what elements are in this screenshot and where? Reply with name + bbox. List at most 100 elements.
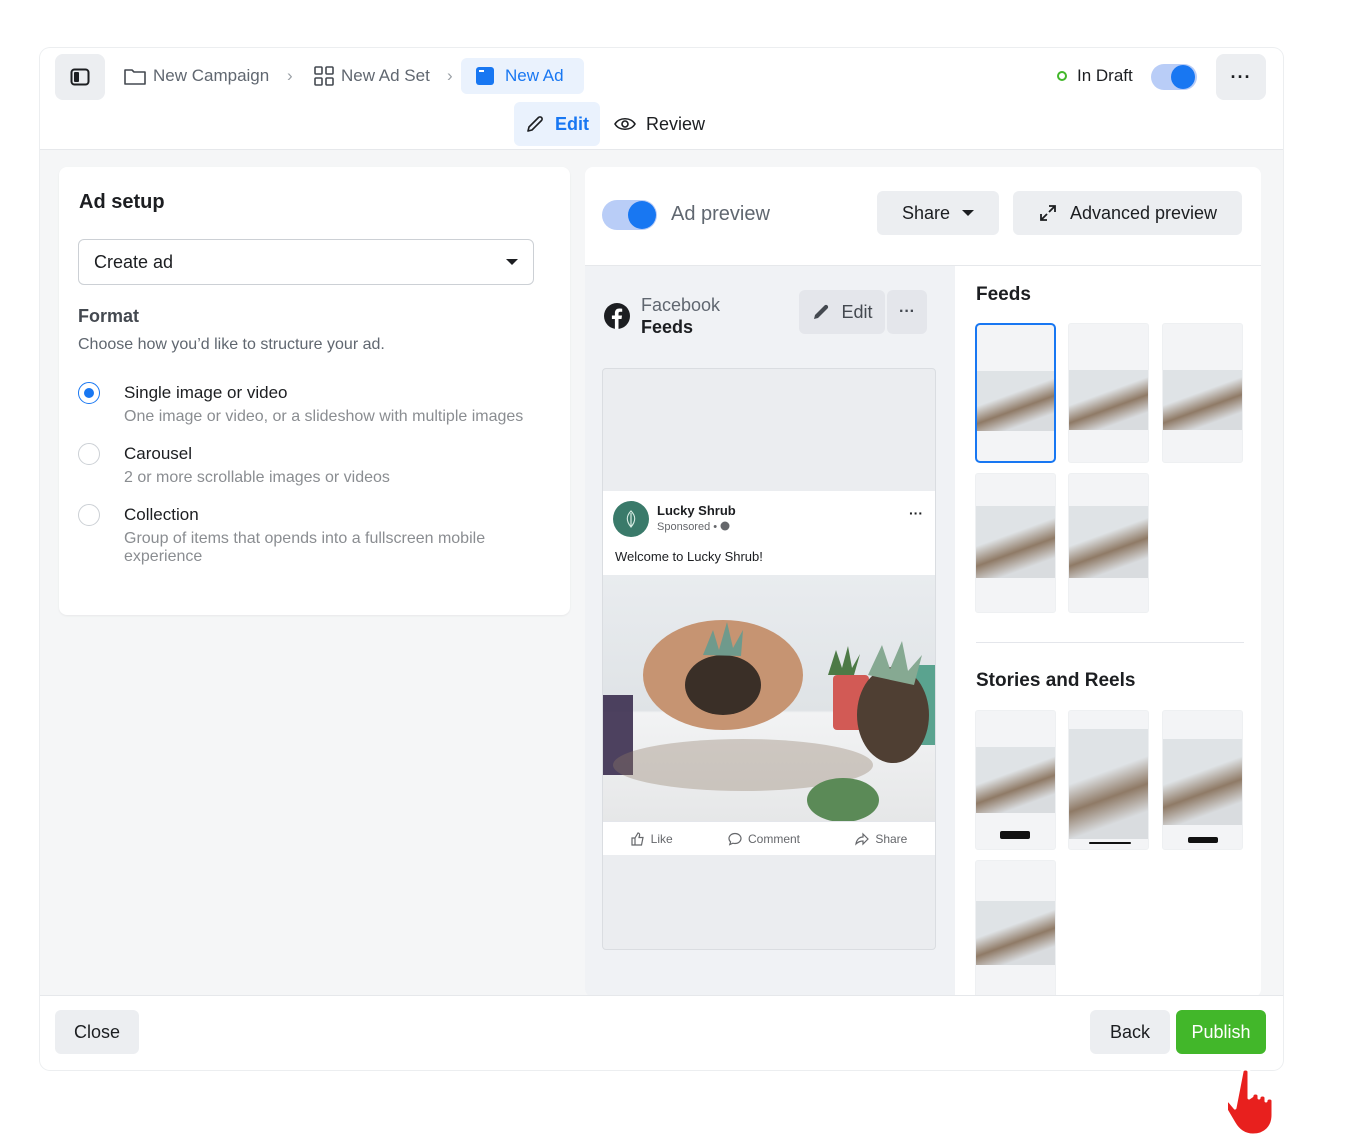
comment-button[interactable]: Comment xyxy=(728,832,800,846)
post-image xyxy=(603,575,935,821)
post-action-bar: Like Comment Share xyxy=(603,821,935,855)
more-icon: ··· xyxy=(899,303,915,320)
breadcrumb-campaign-label: New Campaign xyxy=(153,66,270,85)
ads-manager-window: New Campaign › New Ad Set › New Ad In Dr… xyxy=(40,48,1283,1070)
tab-review[interactable]: Review xyxy=(614,102,705,146)
more-icon: ··· xyxy=(1230,66,1252,87)
back-button-label: Back xyxy=(1109,1021,1151,1042)
format-option-single[interactable]: Single image or video One image or video… xyxy=(78,382,548,432)
ad-preview-toggle[interactable] xyxy=(602,200,657,230)
ad-setup-title: Ad setup xyxy=(79,191,165,213)
tab-edit-label: Edit xyxy=(555,113,589,134)
format-option-label: Single image or video xyxy=(124,383,288,402)
stories-section-title: Stories and Reels xyxy=(976,670,1136,691)
placement-thumbnail[interactable] xyxy=(1068,323,1149,463)
radio-carousel[interactable] xyxy=(78,443,100,465)
draft-toggle[interactable] xyxy=(1151,64,1197,90)
share-button[interactable]: Share xyxy=(855,832,907,846)
placement-thumbnail[interactable] xyxy=(1068,473,1149,613)
tab-review-label: Review xyxy=(646,113,706,134)
format-option-label: Carousel xyxy=(124,444,193,463)
comment-label: Comment xyxy=(747,831,800,846)
publish-button-label: Publish xyxy=(1191,1021,1251,1042)
post-more-icon[interactable]: ··· xyxy=(909,505,923,521)
status-dot-icon xyxy=(1057,71,1067,81)
folder-icon xyxy=(124,69,146,85)
placement-thumbnail[interactable] xyxy=(1162,323,1243,463)
format-option-collection[interactable]: Collection Group of items that opends in… xyxy=(78,504,548,574)
placements-pane: Feeds Stories and Reels xyxy=(955,265,1261,997)
placement-thumbnail[interactable] xyxy=(975,860,1056,997)
leaf-icon xyxy=(626,510,636,528)
avatar xyxy=(613,501,649,537)
like-label: Like xyxy=(650,831,673,846)
placement-thumbnail[interactable] xyxy=(975,473,1056,613)
ad-setup-select-value: Create ad xyxy=(94,251,174,272)
placement-position: Feeds xyxy=(641,317,694,337)
placement-thumbnail[interactable] xyxy=(1162,710,1243,850)
thumbs-up-icon xyxy=(631,831,644,846)
format-option-description: 2 or more scrollable images or videos xyxy=(124,469,390,486)
pencil-icon xyxy=(814,304,829,319)
ad-preview-card: Ad preview Share Advanced preview Facebo… xyxy=(585,167,1261,997)
back-button[interactable]: Back xyxy=(1090,1010,1170,1054)
close-button[interactable]: Close xyxy=(55,1010,139,1054)
format-subtitle: Choose how you’d like to structure your … xyxy=(78,336,385,353)
format-title: Format xyxy=(78,306,140,326)
share-arrow-icon xyxy=(855,832,870,846)
ad-icon xyxy=(476,67,494,85)
facebook-post: Lucky Shrub Sponsored • ··· Welcome to L… xyxy=(603,491,935,855)
hand-pointer-icon xyxy=(1228,1067,1275,1137)
section-divider xyxy=(976,642,1244,643)
share-label: Share xyxy=(875,831,908,846)
placement-thumbnail[interactable] xyxy=(1068,710,1149,850)
post-text: Welcome to Lucky Shrub! xyxy=(615,549,763,564)
post-meta: Sponsored • xyxy=(657,521,730,533)
sidebar-icon xyxy=(70,68,90,86)
more-options-button[interactable]: ··· xyxy=(1216,54,1266,100)
breadcrumb-ad-set-label: New Ad Set xyxy=(341,66,430,85)
format-option-carousel[interactable]: Carousel 2 or more scrollable images or … xyxy=(78,443,548,493)
breadcrumb-ad[interactable]: New Ad xyxy=(461,58,584,94)
publish-button[interactable]: Publish xyxy=(1176,1010,1266,1054)
pencil-icon xyxy=(527,116,543,132)
post-page-name: Lucky Shrub xyxy=(657,503,736,518)
tab-edit[interactable]: Edit xyxy=(514,102,600,146)
advanced-preview-label: Advanced preview xyxy=(1069,202,1218,223)
feed-preview-pane: Facebook Feeds Edit ··· Lucky Shrub Spon… xyxy=(585,265,955,997)
sidebar-toggle-button[interactable] xyxy=(55,54,105,100)
ad-setup-select[interactable]: Create ad xyxy=(78,239,534,285)
radio-collection[interactable] xyxy=(78,504,100,526)
placement-header: Facebook Feeds xyxy=(603,294,720,338)
breadcrumb-campaign[interactable]: New Campaign xyxy=(123,64,269,88)
preview-edit-button[interactable]: Edit xyxy=(799,290,885,334)
placement-thumbnail[interactable] xyxy=(975,323,1056,463)
draft-status: In Draft xyxy=(1057,66,1133,86)
radio-single[interactable] xyxy=(78,382,100,404)
top-bar: New Campaign › New Ad Set › New Ad In Dr… xyxy=(40,48,1283,150)
caret-down-icon xyxy=(962,210,975,216)
advanced-preview-button[interactable]: Advanced preview xyxy=(1013,191,1242,235)
breadcrumb-ad-label: New Ad xyxy=(505,66,564,85)
preview-more-button[interactable]: ··· xyxy=(887,290,927,334)
grid-icon xyxy=(314,66,334,86)
ad-preview-title: Ad preview xyxy=(671,203,770,225)
phone-preview: Lucky Shrub Sponsored • ··· Welcome to L… xyxy=(602,368,936,950)
share-dropdown-button[interactable]: Share xyxy=(877,191,999,235)
breadcrumb-ad-set[interactable]: New Ad Set xyxy=(313,64,430,88)
share-dropdown-label: Share xyxy=(901,202,951,223)
like-button[interactable]: Like xyxy=(631,832,673,846)
footer-bar: Close Back Publish xyxy=(40,995,1283,1070)
format-option-label: Collection xyxy=(124,505,199,524)
expand-icon xyxy=(1040,205,1056,221)
caret-down-icon xyxy=(506,259,518,265)
globe-icon xyxy=(720,521,730,531)
status-label: In Draft xyxy=(1077,66,1133,85)
comment-icon xyxy=(728,832,742,846)
chevron-right-icon: › xyxy=(287,66,293,85)
placement-platform: Facebook xyxy=(641,295,721,315)
placement-thumbnail[interactable] xyxy=(975,710,1056,850)
format-option-description: One image or video, or a slideshow with … xyxy=(124,408,524,425)
eye-icon xyxy=(614,117,636,131)
preview-edit-label: Edit xyxy=(841,301,873,322)
